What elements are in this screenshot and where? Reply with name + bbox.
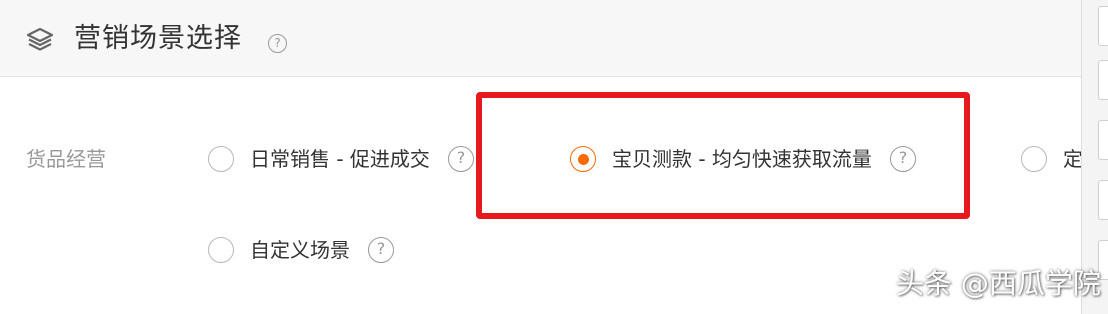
radio-truncated[interactable] bbox=[1021, 146, 1047, 172]
side-control[interactable] bbox=[1098, 120, 1108, 160]
page-title: 营销场景选择 bbox=[74, 23, 242, 54]
option-custom-scene[interactable]: 自定义场景 ? bbox=[208, 236, 394, 264]
option-label: 日常销售 - 促进成交 bbox=[250, 147, 430, 171]
goods-row-label: 货品经营 bbox=[26, 147, 106, 171]
option-label: 自定义场景 bbox=[250, 238, 350, 262]
watermark: 头条 @西瓜学院 bbox=[896, 267, 1101, 300]
side-control[interactable] bbox=[1098, 6, 1108, 46]
option-label: 定 bbox=[1063, 147, 1083, 171]
help-icon[interactable]: ? bbox=[447, 146, 474, 172]
side-control[interactable] bbox=[1098, 180, 1108, 220]
section-header: 营销场景选择 ? bbox=[0, 0, 1081, 77]
option-daily-sales[interactable]: 日常销售 - 促进成交 ? bbox=[208, 145, 474, 173]
help-icon[interactable]: ? bbox=[368, 237, 394, 263]
radio-custom-scene[interactable] bbox=[208, 237, 234, 263]
help-icon[interactable]: ? bbox=[268, 34, 287, 53]
option-truncated[interactable]: 定 bbox=[1021, 145, 1083, 173]
radio-daily-sales[interactable] bbox=[208, 146, 234, 172]
side-control[interactable] bbox=[1098, 60, 1108, 100]
highlight-box bbox=[476, 92, 970, 219]
layers-icon bbox=[26, 27, 54, 51]
